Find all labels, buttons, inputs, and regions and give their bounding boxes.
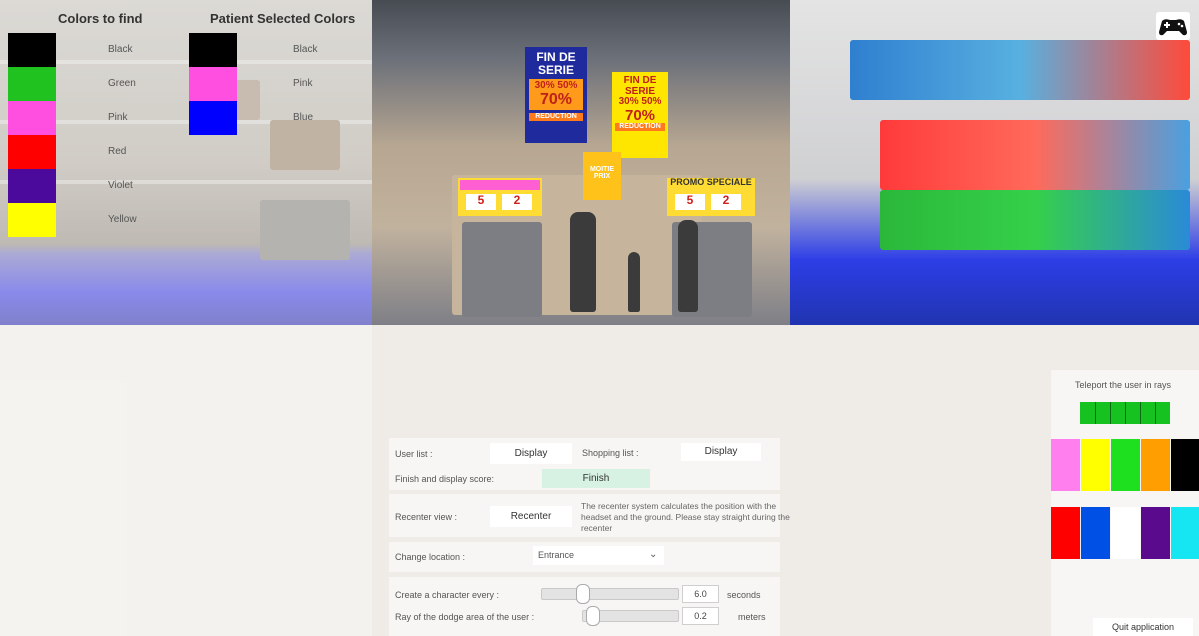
- color-swatch: [8, 67, 56, 101]
- promo-band: [460, 180, 540, 190]
- change-location-label: Change location :: [395, 552, 466, 562]
- character-label: Create a character every :: [395, 590, 500, 600]
- color-label: Blue: [293, 112, 314, 123]
- teleport-color-cell[interactable]: [1051, 507, 1080, 559]
- quit-application-button[interactable]: Quit application: [1093, 618, 1193, 636]
- teleport-color-cell[interactable]: [1171, 507, 1199, 559]
- teleport-color-cell[interactable]: [1081, 439, 1110, 491]
- shopper-figure: [570, 212, 596, 312]
- chevron-down-icon: ⌄: [649, 549, 658, 560]
- color-label: Yellow: [108, 214, 137, 225]
- color-swatch: [189, 101, 237, 135]
- shopping-list-display-button[interactable]: Display: [681, 443, 761, 461]
- color-label: Pink: [108, 112, 128, 123]
- character-value-field[interactable]: 6.0: [682, 585, 719, 603]
- teleport-color-cell[interactable]: [1111, 439, 1140, 491]
- price-tag: 2: [502, 194, 532, 210]
- progress-divider: [1140, 402, 1141, 424]
- teleport-color-cell[interactable]: [1081, 507, 1110, 559]
- price-tag: 5: [466, 194, 496, 210]
- patient-selected-title: Patient Selected Colors: [210, 11, 356, 26]
- progress-divider: [1110, 402, 1111, 424]
- color-swatch: [8, 135, 56, 169]
- progress-divider: [1125, 402, 1126, 424]
- promo-sign-left: 5 2: [458, 178, 542, 216]
- sign-fin-de-serie-yellow: FIN DE SERIE 30% 50% 70% REDUCTION: [612, 72, 668, 158]
- sign-moitie-prix: MOITIE PRIX: [583, 152, 621, 200]
- patient-selected-panel: Patient Selected Colors Black Pink Blue: [188, 0, 372, 636]
- store-aisle: FIN DE SERIE 30% 50% 70% REDUCTION FIN D…: [372, 0, 790, 325]
- right-shelf: [790, 0, 1199, 325]
- shelf-products: [880, 120, 1190, 190]
- recenter-button[interactable]: Recenter: [490, 506, 572, 527]
- location-dropdown-value: Entrance: [538, 550, 575, 560]
- sign-percent: 30% 50%: [534, 80, 578, 92]
- dodge-label: Ray of the dodge area of the user :: [395, 612, 535, 622]
- sign-percent: 30% 50%: [618, 96, 662, 107]
- location-dropdown[interactable]: Entrance ⌄: [533, 546, 664, 565]
- dodge-slider-handle[interactable]: [585, 606, 600, 626]
- sign-seventy: 70%: [624, 106, 656, 124]
- color-swatch: [189, 67, 237, 101]
- finish-button[interactable]: Finish: [542, 469, 650, 488]
- color-label: Black: [293, 44, 318, 55]
- teleport-color-cell[interactable]: [1111, 507, 1140, 559]
- price-tag: 5: [675, 194, 705, 210]
- price-tag: 2: [711, 194, 741, 210]
- gamepad-icon[interactable]: [1156, 12, 1190, 40]
- color-label: Green: [108, 78, 136, 89]
- character-unit: seconds: [727, 590, 761, 600]
- progress-divider: [1095, 402, 1096, 424]
- character-slider-handle[interactable]: [575, 584, 590, 604]
- color-label: Black: [108, 44, 133, 55]
- color-swatch: [8, 33, 56, 67]
- teleport-title: Teleport the user in rays: [1075, 380, 1172, 390]
- color-label: Violet: [108, 180, 133, 191]
- color-swatch: [8, 203, 56, 237]
- sign-reduction: REDUCTION: [615, 123, 665, 131]
- colors-to-find-panel: Colors to find Black Green Pink Red Violet Ye…: [0, 0, 188, 636]
- user-list-label: User list :: [395, 449, 433, 459]
- color-label: Red: [108, 146, 127, 157]
- shopper-figure: [678, 220, 698, 312]
- dodge-value-field[interactable]: 0.2: [682, 607, 719, 625]
- teleport-color-cell[interactable]: [1141, 507, 1170, 559]
- color-swatch: [189, 33, 237, 67]
- sign-title: FIN DE SERIE: [623, 75, 657, 97]
- finish-label: Finish and display score:: [395, 474, 495, 484]
- character-slider-track[interactable]: [541, 588, 679, 600]
- colors-to-find-title: Colors to find: [58, 11, 143, 26]
- sign-reduction: REDUCTION: [529, 113, 583, 121]
- user-list-display-button[interactable]: Display: [490, 443, 572, 464]
- shelf-products: [880, 190, 1190, 250]
- color-label: Pink: [293, 78, 313, 89]
- promo-title: PROMO SPECIALE: [670, 177, 752, 187]
- promo-sign-right: PROMO SPECIALE 5 2: [667, 177, 755, 216]
- sign-title: FIN DE SERIE: [536, 50, 576, 77]
- aisle-shelf: [462, 222, 542, 317]
- color-swatch: [8, 169, 56, 203]
- sign-seventy: 70%: [539, 90, 573, 108]
- teleport-color-cell[interactable]: [1141, 439, 1170, 491]
- color-swatch: [8, 101, 56, 135]
- progress-divider: [1155, 402, 1156, 424]
- recenter-label: Recenter view :: [395, 512, 458, 522]
- dodge-unit: meters: [738, 612, 766, 622]
- teleport-color-cell[interactable]: [1051, 439, 1080, 491]
- recenter-note: The recenter system calculates the posit…: [581, 501, 790, 533]
- teleport-progress-bar: [1080, 402, 1170, 424]
- shopping-list-label: Shopping list :: [582, 448, 639, 458]
- shopper-figure: [628, 252, 640, 312]
- teleport-panel: Teleport the user in rays: [1051, 370, 1199, 636]
- sign-discount: 30% 50% 70%: [529, 79, 583, 111]
- teleport-color-cell[interactable]: [1171, 439, 1199, 491]
- sign-fin-de-serie-blue: FIN DE SERIE 30% 50% 70% REDUCTION: [525, 47, 587, 143]
- shelf-products: [850, 40, 1190, 100]
